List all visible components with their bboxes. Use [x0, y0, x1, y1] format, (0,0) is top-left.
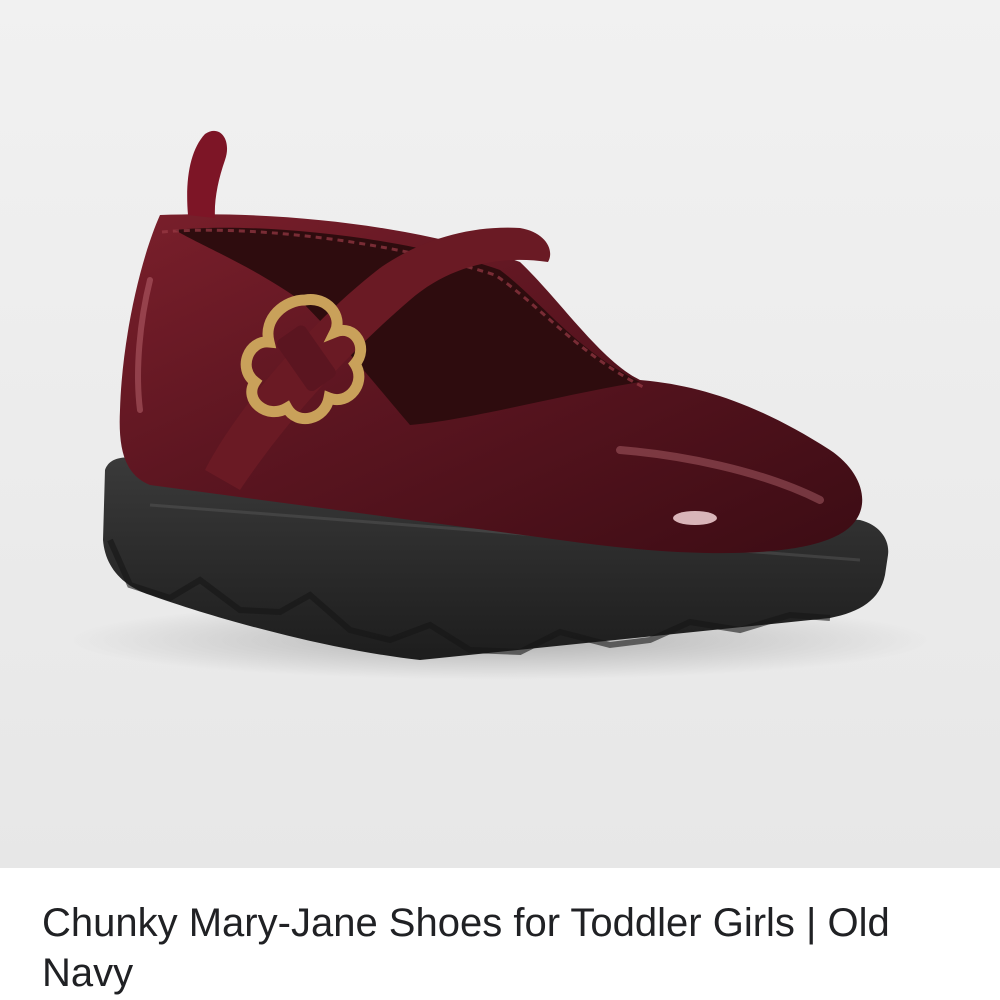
product-result-card[interactable]: Chunky Mary-Jane Shoes for Toddler Girls…: [0, 0, 1000, 1000]
product-image[interactable]: [0, 0, 1000, 868]
product-title[interactable]: Chunky Mary-Jane Shoes for Toddler Girls…: [42, 898, 942, 998]
